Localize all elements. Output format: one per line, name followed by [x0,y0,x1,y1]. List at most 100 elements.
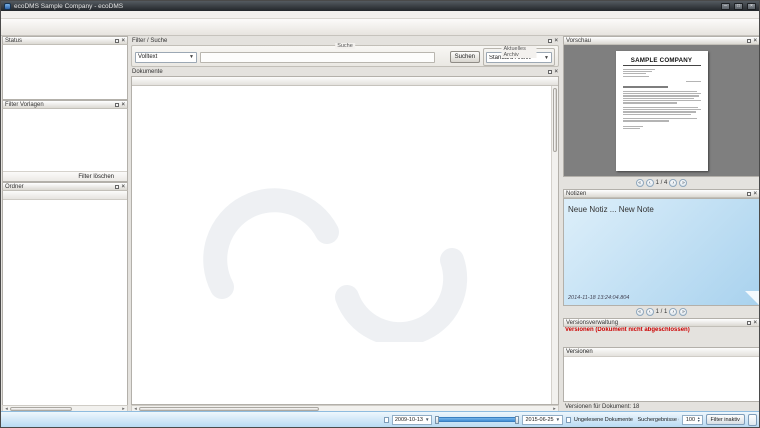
archive-groupbox: Aktuelles Archiv Standard Archiv ▼ [483,48,555,66]
next-page-button[interactable]: › [669,179,677,187]
table-body [132,86,551,404]
folder-panel-header: Ordner × [2,182,128,191]
last-page-button[interactable]: » [679,179,687,187]
right-sidebar: Vorschau × SAMPLE COMPANY [563,36,760,413]
notes-panel-title: Notizen [566,191,586,197]
close-panel-icon[interactable]: × [121,39,125,43]
add-filter-icon[interactable] [5,172,14,181]
versions-panel-header: Versionsverwaltung × [563,318,760,327]
date-range-slider[interactable] [435,417,519,422]
close-panel-icon[interactable]: × [753,192,757,196]
documents-table [131,76,559,405]
filter-panel-header: Filter Vorlagen × [2,100,128,109]
filter-search-title: Filter / Suche [132,38,167,44]
note-text: Neue Notiz ... New Note [564,203,759,216]
results-value: 100 [686,417,695,423]
scrollbar-thumb[interactable] [553,88,557,152]
folder-column-headers[interactable] [3,191,127,200]
search-input[interactable] [200,52,435,63]
clear-filter-icon[interactable] [116,172,125,181]
float-panel-icon[interactable] [115,103,119,107]
main-panel: Filter / Suche × Suche Volltext ▼ Suchen… [129,36,561,413]
notes-page-label: 1 / 1 [656,309,668,315]
search-bar: Suche Volltext ▼ Suchen Aktuelles Archiv… [131,45,559,67]
quick-filter-icon[interactable] [748,414,757,426]
search-settings-gear-icon[interactable] [438,53,447,62]
first-page-button[interactable]: « [636,179,644,187]
filter-inactive-button[interactable]: Filter inaktiv [706,414,745,425]
minimize-button[interactable]: – [721,3,730,10]
status-list [2,45,128,100]
unread-label: Ungelesene Dokumente markieren [574,417,635,423]
versions-warning: Versionen (Dokument nicht abgeschlossen) [563,327,760,335]
document-preview[interactable]: SAMPLE COMPANY [563,45,760,177]
slider-handle-right[interactable] [515,416,519,424]
prev-page-button[interactable]: ‹ [646,179,654,187]
maximize-button[interactable]: □ [734,3,743,10]
date-from-picker[interactable]: 2009-10-13 ▼ [392,415,433,425]
preview-doc-title: SAMPLE COMPANY [623,57,701,64]
status-bar: 2009-10-13 ▼ 2015-06-25 ▼ Ungelesene Dok… [1,411,759,427]
first-note-button[interactable]: « [636,308,644,316]
float-panel-icon[interactable] [115,39,119,43]
float-panel-icon[interactable] [115,185,119,189]
window-title: ecoDMS Sample Company - ecoDMS [14,3,123,10]
search-mode-select[interactable]: Volltext ▼ [135,52,197,63]
float-panel-icon[interactable] [747,39,751,43]
float-panel-icon[interactable] [548,70,552,74]
date-to-picker[interactable]: 2015-06-25 ▼ [522,415,563,425]
last-note-button[interactable]: » [679,308,687,316]
note-card[interactable]: Neue Notiz ... New Note 2014-11-18 13:24… [563,198,760,306]
close-panel-icon[interactable]: × [121,103,125,107]
main-toolbar [1,19,759,36]
results-label: Suchergebnisse (max.): [637,417,678,423]
content-area: Status × Filter Vorlagen × Filter lösche… [1,36,759,413]
preview-pager: « ‹ 1 / 4 › » [563,177,760,189]
chevron-down-icon: ▼ [189,54,194,60]
versions-toolbar [563,335,760,345]
folder-tree [3,209,127,410]
note-fold-corner [745,291,759,305]
folder-panel-title: Ordner [5,184,24,190]
preview-panel-header: Vorschau × [563,36,760,45]
filter-panel-title: Filter Vorlagen [5,102,44,108]
float-panel-icon[interactable] [747,321,751,325]
float-panel-icon[interactable] [548,39,552,43]
timeline-checkbox[interactable] [384,417,389,423]
preview-panel-title: Vorschau [566,38,591,44]
ecodms-window: ecoDMS Sample Company - ecoDMS – □ × Sta… [0,0,760,428]
preview-page: SAMPLE COMPANY [616,51,708,171]
folder-panel [2,191,128,411]
prev-note-button[interactable]: ‹ [646,308,654,316]
table-vertical-scrollbar[interactable] [551,86,558,404]
versions-list-header: Versionen [564,348,759,357]
results-spinner[interactable]: 100 ▲▼ [682,415,703,425]
close-panel-icon[interactable]: × [554,70,558,74]
archive-group-label: Aktuelles Archiv [502,46,537,58]
slider-handle-left[interactable] [435,416,439,424]
close-panel-icon[interactable]: × [753,321,757,325]
status-panel-title: Status [5,38,22,44]
date-from-value: 2009-10-13 [395,417,423,423]
preview-page-label: 1 / 4 [656,180,668,186]
documents-title: Dokumente [132,69,163,75]
float-panel-icon[interactable] [747,192,751,196]
next-note-button[interactable]: › [669,308,677,316]
clear-filter-button[interactable]: Filter löschen [78,174,114,180]
versions-panel-title: Versionsverwaltung [566,320,618,326]
note-timestamp: 2014-11-18 13:24:04.804 [568,295,629,301]
title-bar: ecoDMS Sample Company - ecoDMS – □ × [1,1,759,11]
search-button[interactable]: Suchen [450,51,480,63]
close-panel-icon[interactable]: × [121,185,125,189]
status-panel-header: Status × [2,36,128,45]
menu-bar [1,11,759,19]
spin-down-icon[interactable]: ▼ [697,420,700,423]
left-sidebar: Status × Filter Vorlagen × Filter lösche… [2,36,128,413]
unread-checkbox[interactable] [566,417,571,423]
close-button[interactable]: × [747,3,756,10]
close-panel-icon[interactable]: × [554,39,558,43]
filter-template-tree [3,109,127,110]
notes-pager: « ‹ 1 / 1 › » [563,306,760,318]
app-icon [4,3,11,10]
close-panel-icon[interactable]: × [753,39,757,43]
